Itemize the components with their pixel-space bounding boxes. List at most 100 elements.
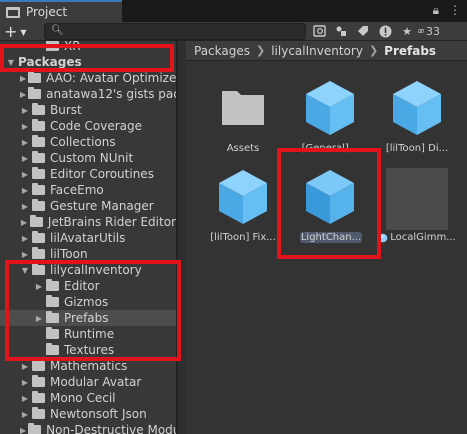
tree-item-label: Modular Avatar bbox=[50, 375, 142, 389]
tree-item-label: Collections bbox=[50, 135, 116, 149]
tree-item-label: Mathematics bbox=[50, 359, 128, 373]
collapsed-arrow-icon[interactable]: ▶ bbox=[20, 378, 30, 387]
asset-tile-material[interactable]: LocalGimm... bbox=[377, 168, 457, 248]
collapsed-arrow-icon[interactable]: ▶ bbox=[20, 394, 30, 403]
folder-icon bbox=[32, 135, 45, 147]
asset-label-text: LocalGimm... bbox=[390, 232, 456, 243]
label-tag-icon[interactable] bbox=[352, 23, 374, 39]
hidden-packages-icon[interactable]: 33 bbox=[418, 23, 440, 39]
create-button[interactable]: + ▼ bbox=[4, 21, 40, 41]
asset-tile-prefab[interactable]: [lilToon] Fix... bbox=[203, 168, 283, 248]
folder-icon bbox=[32, 103, 45, 115]
tree-item[interactable]: ▶ Modular Avatar bbox=[0, 374, 176, 390]
tree-item[interactable]: ▶ JetBrains Rider Editor bbox=[0, 214, 176, 230]
collapsed-arrow-icon[interactable]: ▶ bbox=[20, 202, 30, 211]
toolbar-filters: ★ 33 bbox=[308, 23, 440, 39]
folder-icon bbox=[32, 119, 45, 131]
folder-icon bbox=[28, 71, 42, 83]
folder-icon bbox=[222, 91, 264, 125]
highlight-box-packages bbox=[0, 44, 174, 72]
tree-item[interactable]: ▶ Editor Coroutines bbox=[0, 166, 176, 182]
asset-tile-prefab[interactable]: [lilToon] Di... bbox=[377, 79, 457, 159]
project-toolbar: + ▼ 🔍︎ ★ 33 bbox=[0, 22, 467, 41]
collapsed-arrow-icon[interactable]: ▶ bbox=[20, 106, 30, 115]
tree-item[interactable]: ▶ AAO: Avatar Optimizer bbox=[0, 70, 176, 86]
prefab-cube-icon bbox=[393, 81, 441, 135]
tree-item[interactable]: ▶ Collections bbox=[0, 134, 176, 150]
tree-item-label: lilAvatarUtils bbox=[50, 231, 126, 245]
collapsed-arrow-icon[interactable]: ▶ bbox=[20, 186, 30, 195]
folder-icon bbox=[28, 423, 42, 434]
tree-item[interactable]: ▶ Non-Destructive Modular Framework bbox=[0, 422, 176, 434]
collapsed-arrow-icon[interactable]: ▶ bbox=[20, 74, 26, 83]
tree-item-label: Non-Destructive Modular Framework bbox=[46, 423, 176, 434]
asset-label: [lilToon] Fix... bbox=[210, 232, 276, 243]
tree-item[interactable]: ▶ Newtonsoft Json bbox=[0, 406, 176, 422]
favorite-star-icon[interactable]: ★ bbox=[396, 23, 418, 39]
filter-type-icon[interactable] bbox=[330, 23, 352, 39]
highlight-box-lilycal-inventory bbox=[5, 260, 181, 361]
tree-item-label: Mono Cecil bbox=[50, 391, 116, 405]
collapsed-arrow-icon[interactable]: ▶ bbox=[20, 218, 28, 227]
warning-icon[interactable] bbox=[374, 23, 396, 39]
tree-item[interactable]: ▶ Burst bbox=[0, 102, 176, 118]
collapsed-arrow-icon[interactable]: ▶ bbox=[20, 362, 30, 371]
breadcrumb-current[interactable]: Prefabs bbox=[384, 44, 436, 58]
tree-item-label: AAO: Avatar Optimizer bbox=[46, 71, 176, 85]
collapsed-arrow-icon[interactable]: ▶ bbox=[20, 234, 30, 243]
collapsed-arrow-icon[interactable]: ▶ bbox=[20, 138, 30, 147]
collapsed-arrow-icon[interactable]: ▶ bbox=[20, 426, 26, 434]
collapsed-arrow-icon[interactable]: ▶ bbox=[20, 122, 30, 131]
project-tab-label: Project bbox=[26, 5, 68, 19]
search-by-type-icon[interactable] bbox=[308, 23, 330, 39]
highlight-box-selected-prefab bbox=[277, 148, 381, 259]
tree-item-label: Burst bbox=[50, 103, 82, 117]
collapsed-arrow-icon[interactable]: ▶ bbox=[20, 170, 30, 179]
asset-tile-assets-folder[interactable]: Assets bbox=[203, 79, 283, 159]
tree-item-label: Custom NUnit bbox=[50, 151, 134, 165]
tree-item-label: Gesture Manager bbox=[50, 199, 154, 213]
folder-icon bbox=[29, 215, 43, 227]
tree-item[interactable]: ▶ lilAvatarUtils bbox=[0, 230, 176, 246]
tree-item[interactable]: ▶ Mono Cecil bbox=[0, 390, 176, 406]
folder-icon bbox=[32, 231, 45, 243]
lock-icon[interactable]: 🔒︎ bbox=[433, 3, 439, 18]
folder-icon bbox=[32, 167, 45, 179]
search-icon: 🔍︎ bbox=[51, 25, 64, 36]
tree-item-label: JetBrains Rider Editor bbox=[47, 215, 176, 229]
folder-icon bbox=[28, 87, 42, 99]
tree-item[interactable]: ▶ Code Coverage bbox=[0, 118, 176, 134]
tree-item[interactable]: ▶ Custom NUnit bbox=[0, 150, 176, 166]
asset-label: LocalGimm... bbox=[377, 232, 457, 243]
tree-item-label: anatawa12's gists pack bbox=[46, 87, 176, 101]
breadcrumb-separator-icon: ❯ bbox=[368, 44, 379, 57]
search-input[interactable]: 🔍︎ bbox=[44, 23, 306, 40]
folder-tree: XR ▼ Packages ▶ AAO: Avatar Optimizer ▶ anataw… bbox=[0, 41, 176, 434]
tree-item[interactable]: ▶ FaceEmo bbox=[0, 182, 176, 198]
folder-icon bbox=[32, 359, 45, 371]
folder-icon bbox=[32, 407, 45, 419]
kebab-menu-icon[interactable]: ⋮ bbox=[449, 3, 461, 18]
plus-icon: + bbox=[4, 21, 18, 41]
folder-icon bbox=[32, 375, 45, 387]
collapsed-arrow-icon[interactable]: ▶ bbox=[20, 154, 30, 163]
material-preview bbox=[386, 168, 448, 230]
hidden-count: 33 bbox=[426, 24, 440, 38]
tree-item[interactable]: ▶ anatawa12's gists pack bbox=[0, 86, 176, 102]
breadcrumb-separator-icon: ❯ bbox=[256, 44, 266, 57]
collapsed-arrow-icon[interactable]: ▶ bbox=[20, 90, 26, 99]
folder-icon bbox=[32, 199, 45, 211]
breadcrumb-item[interactable]: lilycalInventory bbox=[271, 44, 363, 58]
collapsed-arrow-icon[interactable]: ▶ bbox=[20, 410, 30, 419]
collapsed-arrow-icon[interactable]: ▶ bbox=[20, 250, 30, 259]
folder-icon bbox=[32, 183, 45, 195]
asset-tile-prefab[interactable]: [General]... bbox=[290, 79, 370, 159]
prefab-cube-icon bbox=[306, 81, 354, 135]
project-tab[interactable]: Project bbox=[0, 0, 122, 22]
project-folder-icon bbox=[6, 6, 20, 18]
tree-item[interactable]: ▶ Gesture Manager bbox=[0, 198, 176, 214]
prefab-cube-icon bbox=[219, 170, 267, 224]
tree-item-label: Code Coverage bbox=[50, 119, 143, 133]
breadcrumb-item[interactable]: Packages bbox=[194, 44, 250, 58]
tree-scrollbar[interactable] bbox=[178, 41, 186, 434]
